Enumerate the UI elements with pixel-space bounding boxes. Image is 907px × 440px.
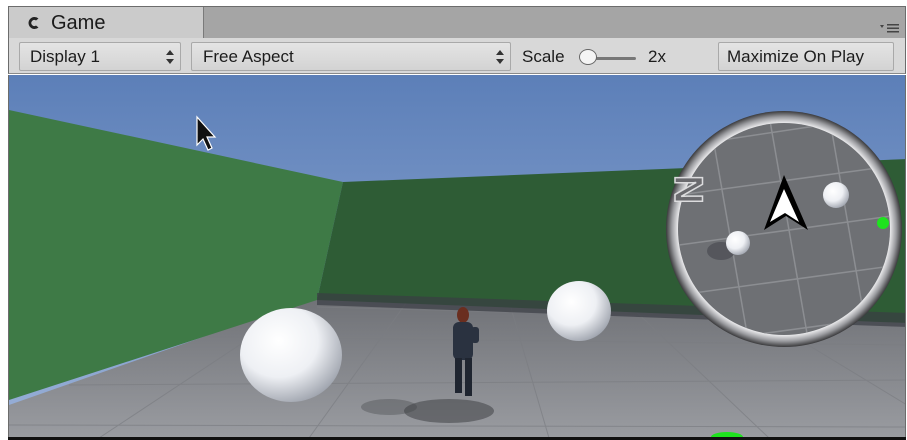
minimap: N bbox=[665, 111, 902, 347]
unity-game-icon bbox=[25, 14, 43, 32]
aspect-dropdown-label: Free Aspect bbox=[203, 46, 294, 66]
scale-value: 2x bbox=[648, 47, 666, 66]
maximize-on-play-toggle[interactable]: Maximize On Play bbox=[718, 42, 894, 71]
minimap-marker bbox=[877, 217, 889, 229]
minimap-sphere bbox=[823, 182, 849, 208]
panel-menu-icon[interactable] bbox=[879, 21, 901, 35]
updown-arrows-icon bbox=[496, 50, 504, 64]
shadow bbox=[361, 399, 417, 415]
game-toolbar: Display 1 Free Aspect Scale 2x Maximize … bbox=[8, 38, 906, 74]
game-scene: N bbox=[9, 75, 905, 438]
display-dropdown[interactable]: Display 1 bbox=[19, 42, 181, 71]
scale-label: Scale bbox=[522, 46, 565, 66]
maximize-on-play-label: Maximize On Play bbox=[727, 46, 864, 66]
sphere-center bbox=[547, 281, 611, 341]
minimap-sphere bbox=[726, 231, 750, 255]
tab-game[interactable]: Game bbox=[8, 7, 204, 39]
scale-control: Scale 2x bbox=[513, 42, 713, 71]
aspect-dropdown[interactable]: Free Aspect bbox=[191, 42, 511, 71]
sphere-left bbox=[240, 308, 342, 402]
tab-bar: Game bbox=[8, 6, 906, 39]
tab-title: Game bbox=[51, 11, 106, 34]
game-viewport[interactable]: N bbox=[8, 75, 906, 438]
compass-north-label: N bbox=[666, 175, 710, 204]
unity-editor-window: Game Display 1 Free Aspect Scale 2x Maxi… bbox=[0, 0, 907, 440]
updown-arrows-icon bbox=[166, 50, 174, 64]
display-dropdown-label: Display 1 bbox=[30, 46, 100, 66]
scale-slider-handle[interactable] bbox=[579, 49, 598, 65]
player-shadow bbox=[404, 399, 494, 423]
